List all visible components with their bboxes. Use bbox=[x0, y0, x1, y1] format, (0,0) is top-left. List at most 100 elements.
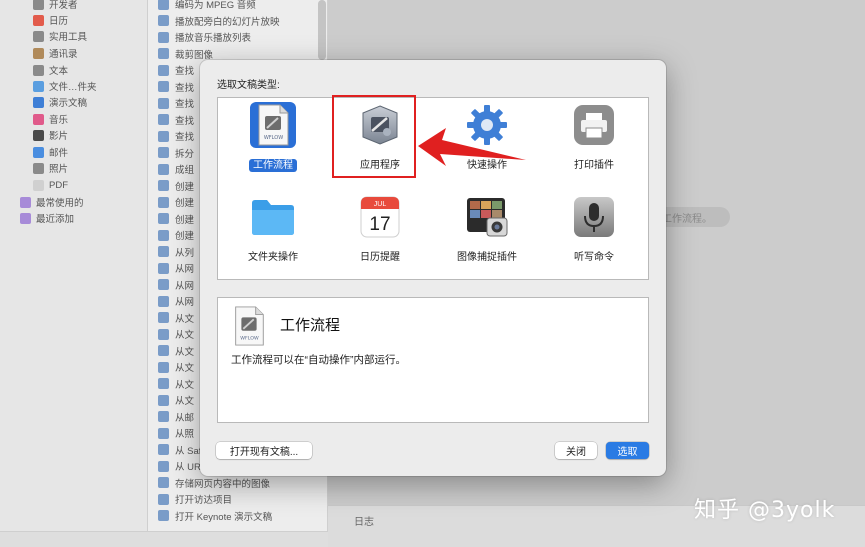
type-dictation-command[interactable]: 听写命令 bbox=[544, 190, 644, 270]
action-item[interactable]: 创建 bbox=[158, 178, 194, 194]
library-item-icon bbox=[33, 0, 44, 10]
action-item-icon bbox=[158, 229, 169, 241]
library-item[interactable]: 演示文稿 bbox=[33, 94, 87, 110]
action-item-label: 从文 bbox=[175, 313, 195, 325]
action-item[interactable]: 查找 bbox=[158, 95, 194, 111]
action-item[interactable]: 创建 bbox=[158, 211, 194, 227]
description-text: 工作流程可以在“自动操作”内部运行。 bbox=[231, 354, 406, 366]
action-item[interactable]: 从列 bbox=[158, 244, 194, 260]
library-item[interactable]: 最常使用的 bbox=[20, 194, 84, 210]
action-item[interactable]: 从文 bbox=[158, 326, 194, 342]
action-item[interactable]: 编码为 MPEG 音频 bbox=[158, 0, 256, 12]
calendar-day: 17 bbox=[369, 214, 390, 235]
log-label: 日志 bbox=[354, 517, 374, 528]
action-item-icon bbox=[158, 246, 169, 257]
type-calendar-alarm[interactable]: JUL 17 日历提醒 bbox=[330, 190, 430, 270]
action-item[interactable]: 从照 bbox=[158, 425, 194, 441]
action-item[interactable]: 创建 bbox=[158, 194, 194, 210]
type-print-plugin[interactable]: 打印插件 bbox=[544, 98, 644, 178]
library-item-label: 文本 bbox=[49, 66, 69, 77]
action-item[interactable]: 从网 bbox=[158, 277, 194, 293]
action-item[interactable]: 从 Saf bbox=[158, 442, 201, 458]
library-item[interactable]: 日历 bbox=[33, 12, 68, 28]
library-item-icon bbox=[20, 212, 31, 224]
action-item[interactable]: 从网 bbox=[158, 293, 194, 309]
action-item-icon bbox=[158, 196, 169, 208]
action-item-icon bbox=[158, 97, 169, 109]
library-item-label: 邮件 bbox=[49, 148, 69, 159]
action-item[interactable]: 从文 bbox=[158, 376, 194, 392]
workflow-icon: WFLOW bbox=[258, 104, 289, 146]
action-item[interactable]: 裁剪图像 bbox=[158, 46, 213, 62]
action-item[interactable]: 从邮 bbox=[158, 409, 194, 425]
action-item-icon bbox=[158, 15, 169, 26]
action-item[interactable]: 从文 bbox=[158, 343, 194, 359]
action-item-icon bbox=[158, 213, 169, 224]
action-item-icon bbox=[158, 81, 169, 92]
library-item[interactable]: 通讯录 bbox=[33, 45, 78, 61]
action-item[interactable]: 播放音乐播放列表 bbox=[158, 29, 251, 45]
type-label-print-plugin: 打印插件 bbox=[574, 160, 614, 171]
folder-action-tile bbox=[250, 194, 296, 240]
action-item-label: 从文 bbox=[175, 379, 195, 391]
library-item-label: 照片 bbox=[49, 164, 69, 175]
actions-scrollbar[interactable] bbox=[318, 0, 326, 60]
close-button[interactable]: 关闭 bbox=[555, 442, 597, 459]
library-item[interactable]: 照片 bbox=[33, 160, 68, 176]
choose-button[interactable]: 选取 bbox=[606, 442, 649, 459]
action-item[interactable]: 查找 bbox=[158, 79, 194, 95]
type-image-capture[interactable]: 图像捕捉插件 bbox=[437, 190, 537, 270]
action-item[interactable]: 从 UR bbox=[158, 458, 201, 474]
library-item[interactable]: 音乐 bbox=[33, 111, 68, 127]
action-item[interactable]: 拆分 bbox=[158, 145, 194, 161]
library-item-icon bbox=[33, 162, 44, 174]
library-item[interactable]: 文本 bbox=[33, 62, 68, 78]
action-item-label: 打开访达项目 bbox=[175, 495, 233, 506]
library-item[interactable]: 邮件 bbox=[33, 144, 68, 160]
action-item-label: 存储网页内容中的图像 bbox=[175, 478, 271, 490]
open-existing-button[interactable]: 打开现有文稿... bbox=[216, 442, 312, 459]
library-item[interactable]: PDF bbox=[33, 177, 68, 193]
library-item-icon bbox=[33, 179, 44, 191]
library-item-label: 实用工具 bbox=[49, 32, 88, 43]
action-item[interactable]: 存储网页内容中的图像 bbox=[158, 475, 270, 491]
library-item[interactable]: 最近添加 bbox=[20, 210, 74, 226]
action-item-label: 从列 bbox=[175, 247, 195, 259]
action-item[interactable]: 查找 bbox=[158, 112, 194, 128]
type-label-image-capture: 图像捕捉插件 bbox=[457, 252, 517, 263]
action-item[interactable]: 从网 bbox=[158, 260, 194, 276]
type-workflow[interactable]: WFLOW 工作流程 bbox=[223, 98, 323, 178]
library-item-label: 最近添加 bbox=[36, 214, 75, 225]
action-item-icon bbox=[158, 0, 169, 10]
action-item[interactable]: 创建 bbox=[158, 227, 194, 243]
image-capture-icon bbox=[467, 198, 508, 237]
action-item[interactable]: 播放配旁白的幻灯片放映 bbox=[158, 13, 280, 29]
action-item[interactable]: 从文 bbox=[158, 359, 194, 375]
library-item-icon bbox=[33, 30, 44, 42]
action-item[interactable]: 查找 bbox=[158, 62, 194, 78]
library-item[interactable]: 文件…件夹 bbox=[33, 78, 97, 94]
action-item[interactable]: 从文 bbox=[158, 392, 194, 408]
library-item-icon bbox=[33, 96, 44, 108]
action-item-icon bbox=[158, 328, 169, 340]
action-item-label: 拆分 bbox=[175, 148, 195, 160]
library-item-icon bbox=[33, 80, 44, 92]
action-item-icon bbox=[158, 163, 169, 175]
action-item-label: 打开 Keynote 演示文稿 bbox=[175, 511, 273, 523]
action-item[interactable]: 从文 bbox=[158, 310, 194, 326]
action-item-icon bbox=[158, 444, 169, 455]
action-item-label: 从文 bbox=[175, 346, 195, 358]
library-item[interactable]: 实用工具 bbox=[33, 28, 87, 44]
library-item[interactable]: 开发者 bbox=[33, 0, 78, 12]
action-item[interactable]: 打开 Keynote 演示文稿 bbox=[158, 508, 272, 524]
action-item-icon bbox=[158, 510, 169, 521]
action-item-label: 编码为 MPEG 音频 bbox=[175, 0, 256, 11]
action-item-icon bbox=[158, 48, 169, 59]
action-item-label: 查找 bbox=[175, 82, 195, 94]
library-item[interactable]: 影片 bbox=[33, 127, 68, 143]
action-item[interactable]: 成组 bbox=[158, 161, 194, 177]
action-item[interactable]: 打开访达项目 bbox=[158, 491, 232, 507]
action-item[interactable]: 查找 bbox=[158, 128, 194, 144]
microphone-icon bbox=[574, 197, 614, 237]
type-folder-action[interactable]: 文件夹操作 bbox=[223, 190, 323, 270]
